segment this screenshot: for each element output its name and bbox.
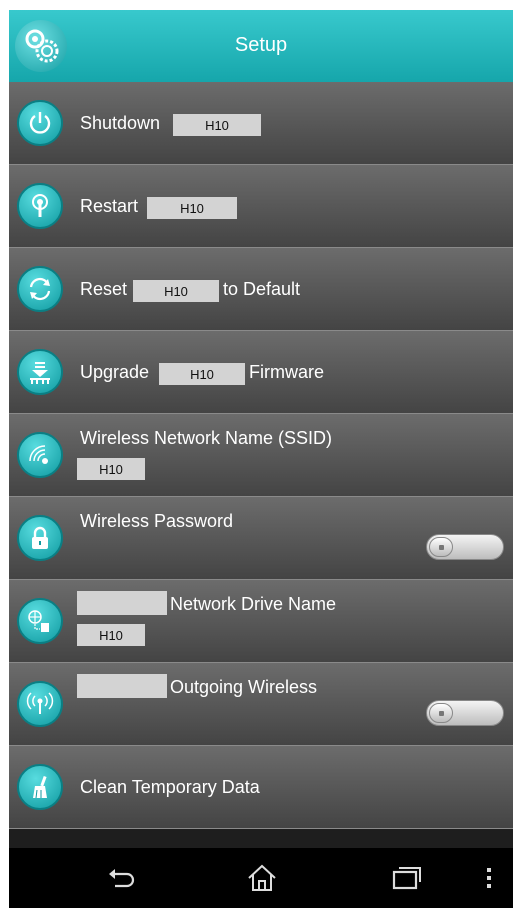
wifi-icon (17, 432, 63, 478)
drive-name-prefix-field (77, 591, 167, 615)
network-drive-row[interactable]: Network Drive Name H10 (9, 580, 513, 663)
network-drive-icon (17, 598, 63, 644)
wireless-password-label: Wireless Password (80, 511, 234, 531)
device-name-chip: H10 (147, 197, 237, 219)
power-icon (17, 100, 63, 146)
ssid-row[interactable]: Wireless Network Name (SSID) H10 (9, 414, 513, 497)
home-icon[interactable] (245, 862, 279, 894)
upgrade-suffix-label: Firmware (249, 362, 324, 382)
ssid-value: H10 (77, 458, 145, 480)
broom-icon (17, 764, 63, 810)
wireless-password-row[interactable]: Wireless Password (9, 497, 513, 580)
device-name-chip: H10 (159, 363, 245, 385)
outgoing-wireless-row[interactable]: Outgoing Wireless (9, 663, 513, 746)
network-drive-label: Network Drive Name (170, 594, 337, 614)
reset-label: Reset (80, 279, 128, 299)
toggle-knob (429, 703, 453, 723)
header-bar: Setup (9, 10, 513, 82)
network-drive-value: H10 (77, 624, 145, 646)
upgrade-row[interactable]: Upgrade H10 Firmware (9, 331, 513, 414)
outgoing-wireless-label: Outgoing Wireless (170, 677, 318, 697)
setup-screen: Setup Shutdown H10 Restart H10 Reset H10… (9, 10, 513, 908)
recent-apps-icon[interactable] (389, 862, 423, 894)
ssid-label: Wireless Network Name (SSID) (80, 428, 333, 448)
clean-temporary-data-label: Clean Temporary Data (80, 777, 260, 797)
reset-row[interactable]: Reset H10 to Default (9, 248, 513, 331)
refresh-icon (17, 266, 63, 312)
menu-icon[interactable] (479, 862, 499, 894)
device-name-chip: H10 (173, 114, 261, 136)
lock-icon (17, 515, 63, 561)
toggle-knob (429, 537, 453, 557)
upgrade-label: Upgrade (80, 362, 150, 382)
antenna-icon (17, 183, 63, 229)
shutdown-row[interactable]: Shutdown H10 (9, 82, 513, 165)
broadcast-icon (17, 681, 63, 727)
system-navigation-bar (9, 848, 513, 908)
outgoing-prefix-field (77, 674, 167, 698)
device-name-chip: H10 (133, 280, 219, 302)
restart-label: Restart (80, 196, 139, 216)
clean-temporary-data-row[interactable]: Clean Temporary Data (9, 746, 513, 829)
shutdown-label: Shutdown (80, 113, 161, 133)
back-icon[interactable] (105, 862, 139, 894)
reset-suffix-label: to Default (223, 279, 301, 299)
page-title: Setup (234, 34, 288, 56)
wireless-password-toggle[interactable] (426, 534, 504, 560)
outgoing-wireless-toggle[interactable] (426, 700, 504, 726)
restart-row[interactable]: Restart H10 (9, 165, 513, 248)
upgrade-icon (17, 349, 63, 395)
